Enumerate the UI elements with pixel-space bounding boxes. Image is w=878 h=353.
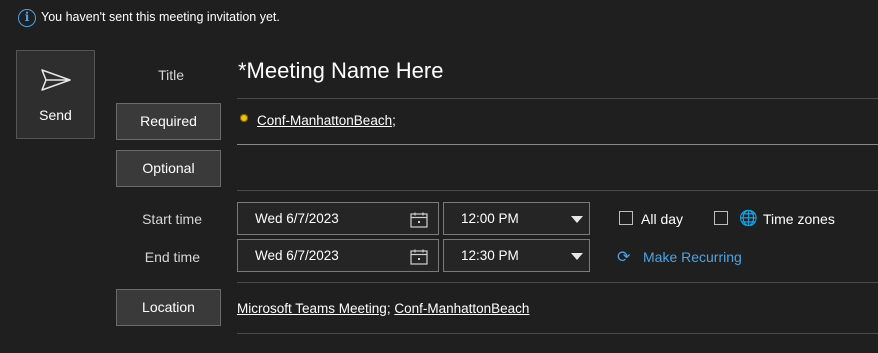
calendar-icon[interactable] — [410, 249, 428, 265]
required-attendees[interactable]: Conf-ManhattonBeach; — [257, 113, 396, 128]
title-input[interactable]: *Meeting Name Here — [238, 58, 443, 84]
location-teams-meeting[interactable]: Microsoft Teams Meeting — [237, 301, 387, 316]
optional-underline — [237, 190, 878, 191]
end-date-picker[interactable]: Wed 6/7/2023 — [237, 239, 439, 272]
make-recurring-link[interactable]: Make Recurring — [643, 249, 742, 265]
time-section-divider — [237, 282, 878, 283]
end-time-label: End time — [144, 249, 200, 265]
title-label: Title — [158, 67, 184, 83]
all-day-label: All day — [641, 211, 684, 227]
title-underline — [237, 98, 878, 99]
end-date-value: Wed 6/7/2023 — [255, 248, 339, 263]
attendee-conf-manhattonbeach[interactable]: Conf-ManhattonBeach — [257, 113, 392, 128]
start-time-dropdown[interactable]: 12:00 PM — [443, 202, 590, 235]
time-zones-checkbox[interactable] — [714, 211, 728, 225]
send-button[interactable]: Send — [16, 50, 95, 139]
optional-button[interactable]: Optional — [116, 150, 221, 187]
location-underline — [237, 333, 878, 334]
calendar-icon[interactable] — [410, 212, 428, 228]
start-date-value: Wed 6/7/2023 — [255, 211, 339, 226]
location-field[interactable]: Microsoft Teams Meeting; Conf-ManhattonB… — [237, 301, 529, 316]
attendee-separator: ; — [392, 113, 396, 128]
end-time-value: 12:30 PM — [461, 248, 519, 263]
send-icon — [41, 69, 71, 91]
recurrence-icon[interactable]: ⟳ — [617, 247, 630, 267]
chevron-down-icon — [571, 216, 583, 223]
time-zones-label: Time zones — [763, 211, 835, 227]
presence-icon — [240, 114, 248, 122]
location-separator: ; — [386, 301, 391, 316]
info-icon: i — [18, 9, 36, 27]
start-time-label: Start time — [142, 211, 202, 227]
globe-icon: 🌐 — [739, 210, 758, 227]
send-label: Send — [39, 107, 72, 123]
location-button[interactable]: Location — [116, 289, 221, 326]
required-underline — [237, 144, 878, 145]
start-date-picker[interactable]: Wed 6/7/2023 — [237, 202, 439, 235]
required-button[interactable]: Required — [116, 103, 221, 140]
start-time-value: 12:00 PM — [461, 211, 519, 226]
info-banner: i You haven't sent this meeting invitati… — [0, 0, 878, 36]
end-time-dropdown[interactable]: 12:30 PM — [443, 239, 590, 272]
all-day-checkbox[interactable] — [619, 211, 633, 225]
banner-message: You haven't sent this meeting invitation… — [41, 10, 280, 24]
location-conf-room[interactable]: Conf-ManhattonBeach — [394, 301, 529, 316]
chevron-down-icon — [571, 253, 583, 260]
